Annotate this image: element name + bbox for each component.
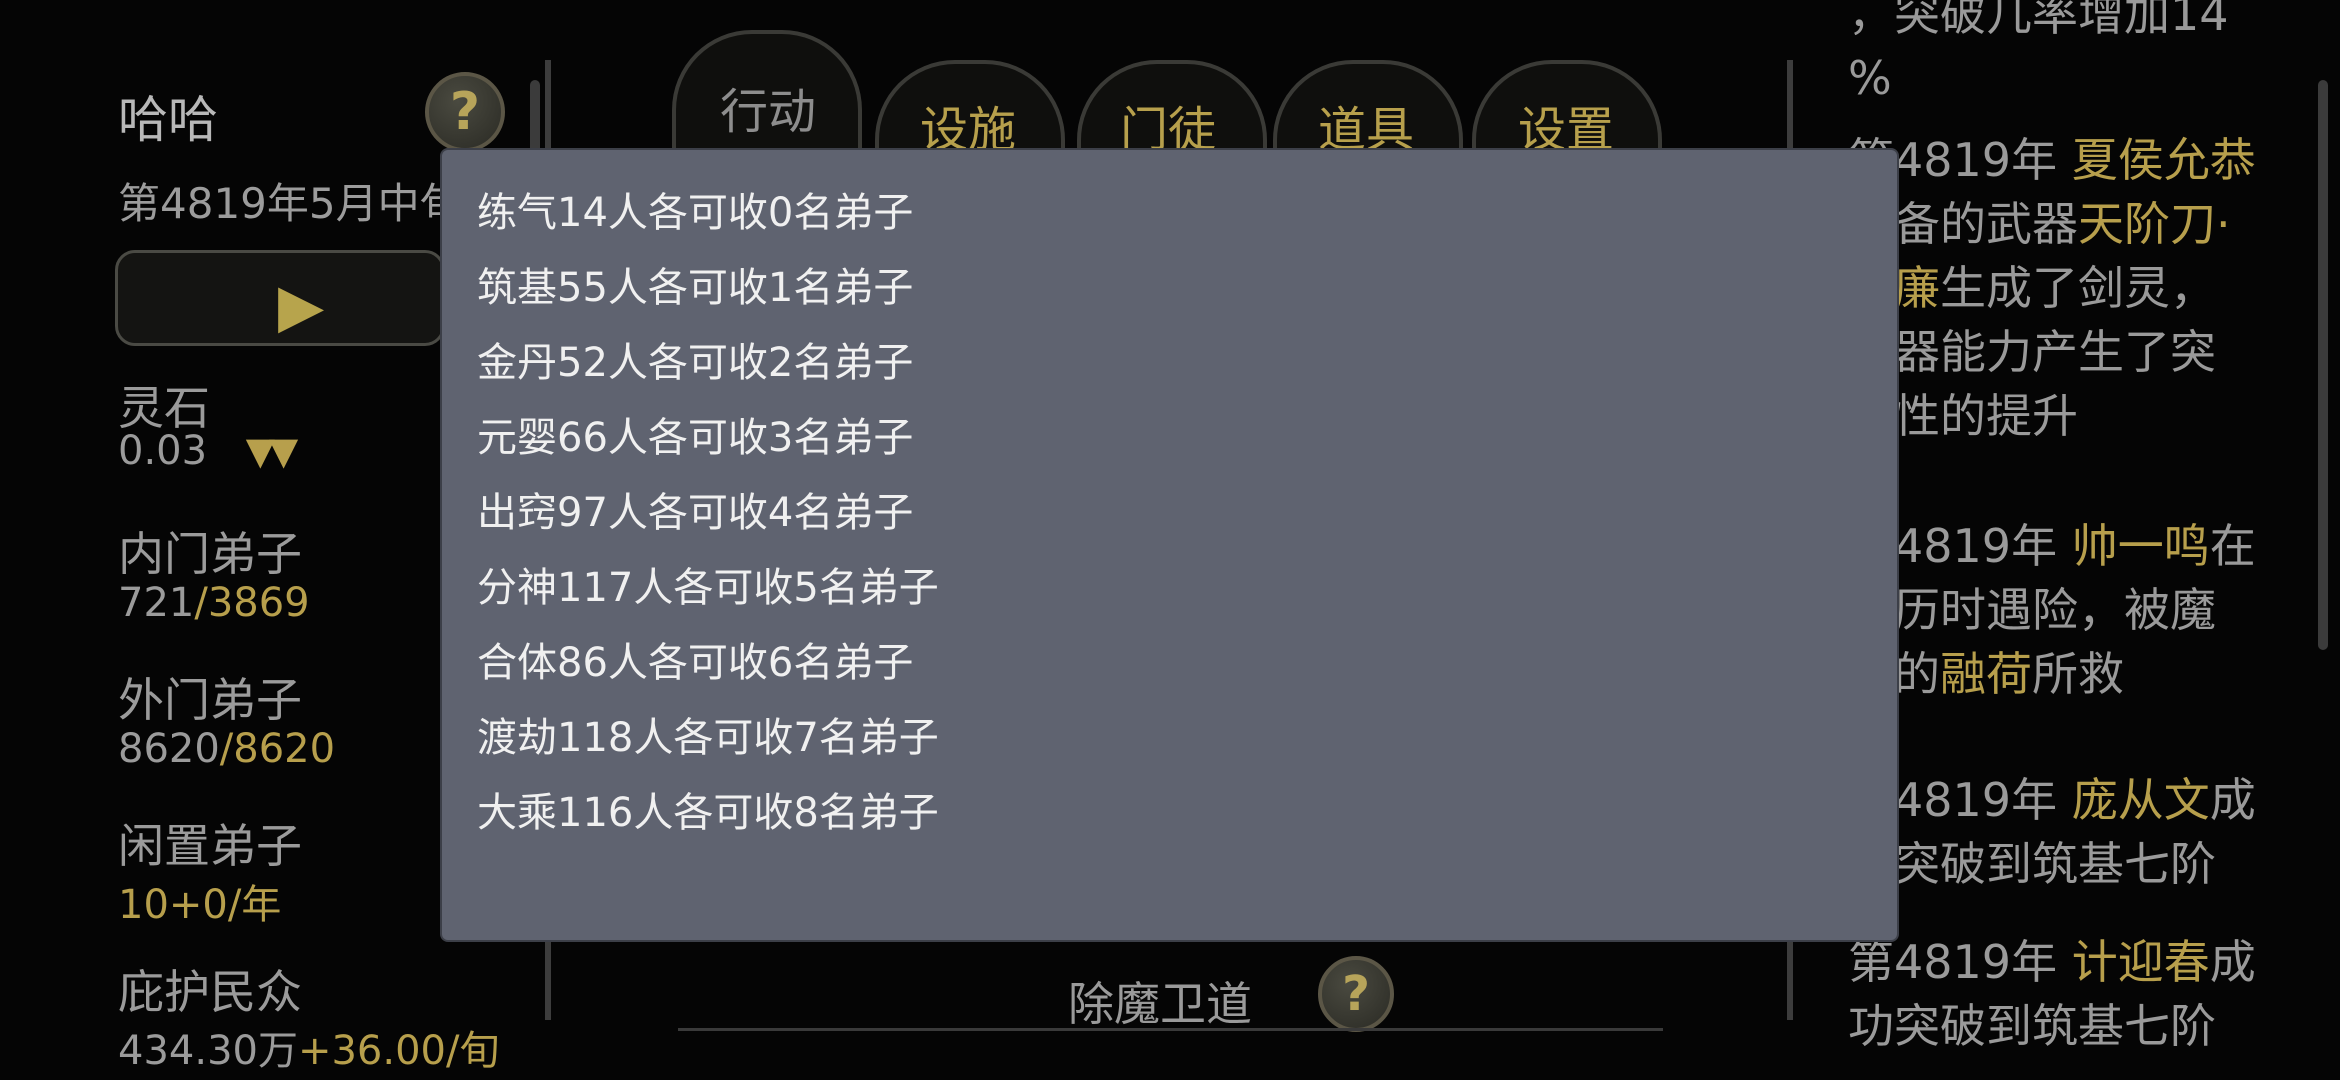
popup-line-chuqiao: 出窍97人各可收4名弟子 <box>477 490 914 536</box>
divider <box>678 1028 1663 1031</box>
event-log: ，突破几率增加14 % <box>1848 0 2288 110</box>
popup-line-yuanying: 元婴66人各可收3名弟子 <box>477 415 914 461</box>
play-icon: ▶ <box>278 271 325 341</box>
protected-people-value: 434.30万+36.00/旬 <box>118 1028 500 1074</box>
log-entry: 第4819年 帅一鸣在 游历时遇险，被魔 修的融荷所救 <box>1848 519 2256 701</box>
idle-disciples-label: 闲置弟子 <box>118 819 302 873</box>
outer-disciples-label: 外门弟子 <box>118 673 302 727</box>
popup-line-fenshen: 分神117人各可收5名弟子 <box>477 565 939 611</box>
log-fragment-line: % <box>1848 51 1892 105</box>
idle-disciples-value: 10+0/年 <box>118 882 282 928</box>
game-date: 第4819年5月中旬 <box>118 179 462 228</box>
log-entry: 第4819年 计迎春成 功突破到筑基七阶 <box>1848 935 2256 1053</box>
popup-line-zhuji: 筑基55人各可收1名弟子 <box>477 265 914 311</box>
sect-name: 哈哈 <box>118 91 218 149</box>
log-entry: 第4819年 夏侯允恭 装备的武器天阶刀· 道廉生成了剑灵， 武器能力产生了突 … <box>1848 133 2256 443</box>
log-entry: 第4819年 庞从文成 功突破到筑基七阶 <box>1848 773 2256 891</box>
inner-disciples-label: 内门弟子 <box>118 527 302 581</box>
popup-line-jindan: 金丹52人各可收2名弟子 <box>477 340 914 386</box>
popup-line-dacheng: 大乘116人各可收8名弟子 <box>477 790 939 836</box>
popup-line-dujie: 渡劫118人各可收7名弟子 <box>477 715 939 761</box>
log-scrollbar-thumb[interactable] <box>2318 80 2328 650</box>
help-icon[interactable]: ? <box>425 72 505 152</box>
section-help-icon[interactable]: ? <box>1318 956 1394 1032</box>
disciple-capacity-popup[interactable]: 练气14人各可收0名弟子 筑基55人各可收1名弟子 金丹52人各可收2名弟子 元… <box>442 150 1897 940</box>
popup-line-lianqi: 练气14人各可收0名弟子 <box>477 190 914 236</box>
spirit-stone-value: 0.03 ▼▼ <box>118 428 299 474</box>
inner-disciples-value: 721/3869 <box>118 580 310 626</box>
decrease-arrows-icon: ▼▼ <box>245 429 299 473</box>
advance-time-button[interactable]: ▶ <box>115 250 445 346</box>
section-title: 除魔卫道 <box>1068 977 1252 1031</box>
outer-disciples-value: 8620/8620 <box>118 726 336 772</box>
log-fragment-line: ，突破几率增加14 <box>1848 0 2229 41</box>
popup-line-heti: 合体86人各可收6名弟子 <box>477 640 914 686</box>
protected-people-label: 庇护民众 <box>118 965 302 1019</box>
tab-action[interactable]: 行动 <box>720 72 816 142</box>
